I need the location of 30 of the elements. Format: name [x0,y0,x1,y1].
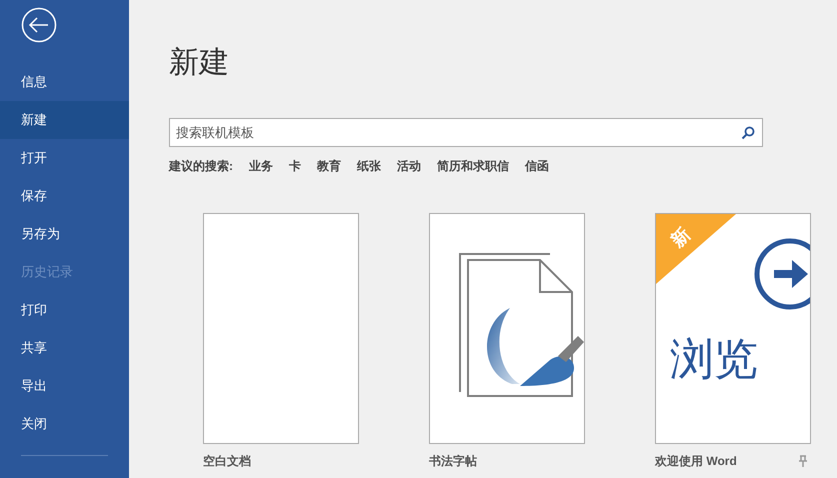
sidebar-item[interactable]: 打开 [0,139,129,177]
new-ribbon: 新 [656,214,736,284]
back-button[interactable] [21,7,57,43]
template-name[interactable]: 书法字帖 [429,452,477,470]
sidebar-item[interactable]: 新建 [0,101,129,139]
page-title: 新建 [169,48,230,78]
sidebar-item[interactable]: 共享 [0,329,129,367]
template-thumbnail[interactable] [429,213,585,444]
sidebar-item[interactable]: 打印 [0,291,129,329]
suggested-search-link[interactable]: 纸张 [357,157,381,175]
sidebar-item[interactable]: 关闭 [0,405,129,443]
search-field[interactable]: 搜索联机模板 [169,118,763,147]
tour-title: 浏览 [670,338,758,382]
suggested-search-link[interactable]: 简历和求职信 [437,157,509,175]
template-thumbnail[interactable]: 浏览 新 [655,213,811,444]
suggested-search-link[interactable]: 活动 [397,157,421,175]
suggested-search-link[interactable]: 卡 [289,157,301,175]
pin-icon[interactable] [799,455,807,467]
sidebar-item[interactable]: 导出 [0,367,129,405]
template-name[interactable]: 欢迎使用 Word [655,452,737,470]
suggested-label: 建议的搜索: [169,158,233,175]
sidebar-item[interactable]: 信息 [0,63,129,101]
template-thumbnail[interactable] [203,213,359,444]
search-icon[interactable] [741,126,755,140]
sidebar-item[interactable]: 保存 [0,177,129,215]
suggested-search-link[interactable]: 教育 [317,157,341,175]
template-name[interactable]: 空白文档 [203,452,251,470]
suggested-search-link[interactable]: 业务 [249,157,273,175]
suggested-search-link[interactable]: 信函 [525,157,549,175]
sidebar-item[interactable]: 另存为 [0,215,129,253]
